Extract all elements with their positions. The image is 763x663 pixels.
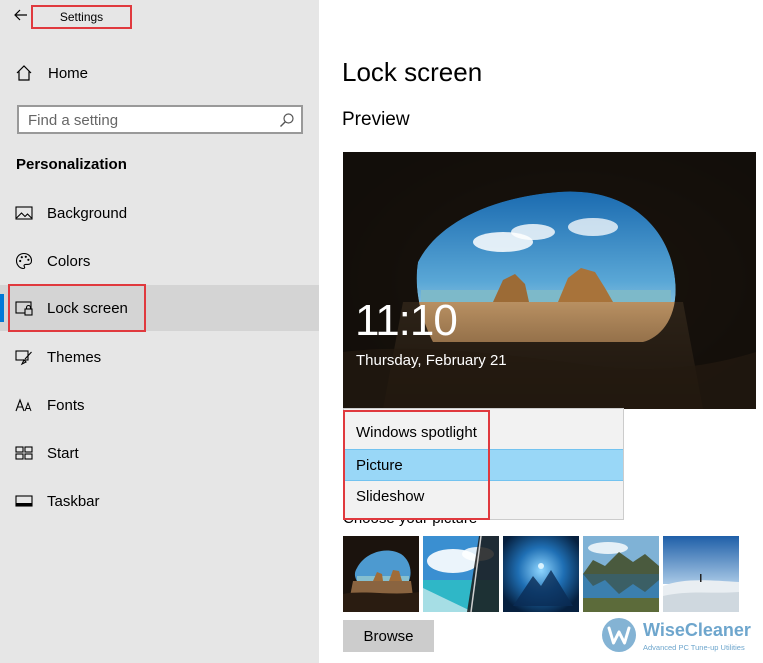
fonts-icon <box>14 395 34 415</box>
preview-image <box>343 152 756 409</box>
main-panel: Lock screen Preview 11:10 Thursday, Febr… <box>319 0 763 663</box>
home-icon <box>14 63 34 83</box>
sidebar-item-label: Home <box>48 64 89 82</box>
picture-thumbnail[interactable] <box>343 536 419 612</box>
brush-icon <box>14 347 34 367</box>
sidebar-item-start[interactable]: Start <box>0 430 319 476</box>
back-button[interactable] <box>9 4 33 26</box>
picture-icon <box>14 203 34 223</box>
section-heading: Personalization <box>16 156 127 173</box>
sidebar-item-fonts[interactable]: Fonts <box>0 382 319 428</box>
sidebar-item-colors[interactable]: Colors <box>0 238 319 284</box>
wisecleaner-logo <box>602 618 636 652</box>
sidebar-item-label: Themes <box>47 348 102 366</box>
sidebar-item-home[interactable]: Home <box>0 50 319 96</box>
dropdown-option-slideshow[interactable]: Slideshow <box>344 480 623 512</box>
dropdown-option-picture[interactable]: Picture <box>344 449 623 481</box>
watermark-tagline: Advanced PC Tune-up Utilities <box>643 643 745 652</box>
sidebar-item-background[interactable]: Background <box>0 190 319 236</box>
search-input[interactable] <box>28 110 278 130</box>
sidebar-item-label: Fonts <box>47 396 85 414</box>
page-title: Lock screen <box>342 57 483 87</box>
sidebar-item-label: Lock screen <box>47 299 128 317</box>
sidebar-item-label: Background <box>47 204 128 222</box>
watermark: WiseCleaner Advanced PC Tune-up Utilitie… <box>600 614 760 658</box>
picture-thumbnail[interactable] <box>423 536 499 612</box>
search-icon[interactable] <box>279 112 295 128</box>
start-tiles-icon <box>14 443 34 463</box>
sidebar-item-label: Colors <box>47 252 91 270</box>
background-dropdown-list[interactable]: Windows spotlight Picture Slideshow <box>343 408 624 520</box>
active-indicator <box>0 294 4 322</box>
title-bar: Settings <box>0 0 319 34</box>
lock-screen-preview: 11:10 Thursday, February 21 <box>343 152 756 409</box>
taskbar-icon <box>14 491 34 511</box>
sidebar-item-taskbar[interactable]: Taskbar <box>0 478 319 524</box>
dropdown-option-windows-spotlight[interactable]: Windows spotlight <box>344 416 623 448</box>
picture-thumbnail[interactable] <box>583 536 659 612</box>
preview-date: Thursday, February 21 <box>356 352 507 369</box>
preview-time: 11:10 <box>355 296 458 345</box>
sidebar-item-label: Taskbar <box>47 492 100 510</box>
picture-thumbnail[interactable] <box>503 536 579 612</box>
picture-thumbnail[interactable] <box>663 536 739 612</box>
sidebar-item-label: Start <box>47 444 79 462</box>
browse-button[interactable]: Browse <box>343 620 434 652</box>
back-arrow-icon <box>14 9 27 21</box>
lock-screen-icon <box>14 298 34 318</box>
palette-icon <box>14 251 34 271</box>
sidebar-item-lock-screen[interactable]: Lock screen <box>0 285 319 331</box>
sidebar-item-themes[interactable]: Themes <box>0 334 319 380</box>
picture-thumbnails <box>343 536 743 612</box>
watermark-name: WiseCleaner <box>643 620 751 640</box>
window-title: Settings <box>31 5 132 29</box>
sidebar: Settings Home Personalization Background <box>0 0 319 663</box>
preview-heading: Preview <box>342 109 410 130</box>
search-box[interactable] <box>17 105 303 134</box>
